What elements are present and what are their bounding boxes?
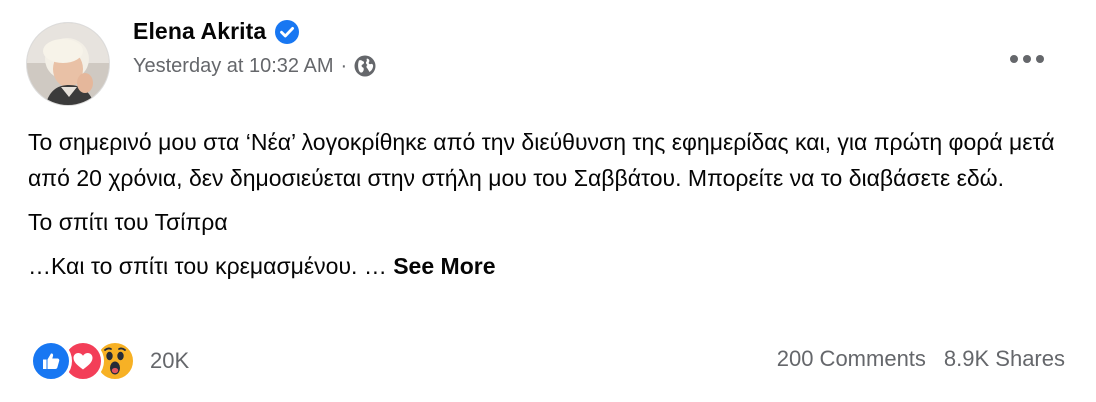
more-dot-icon bbox=[1023, 55, 1031, 63]
avatar-photo bbox=[27, 23, 109, 105]
see-more-link[interactable]: See More bbox=[393, 253, 495, 279]
truncated-text: …Και το σπίτι του κρεμασμένου. … bbox=[28, 253, 387, 279]
post-paragraph-truncated: …Και το σπίτι του κρεμασμένου. … See Mor… bbox=[28, 248, 1068, 284]
post-paragraph: Το σημερινό μου στα ‘Νέα’ λογοκρίθηκε απ… bbox=[28, 129, 1055, 191]
author-row: Elena Akrita bbox=[133, 18, 300, 45]
stats-gap bbox=[926, 346, 944, 372]
like-icon bbox=[30, 340, 72, 382]
post-body: Το σημερινό μου στα ‘Νέα’ λογοκρίθηκε απ… bbox=[28, 124, 1068, 292]
verified-badge-icon bbox=[274, 19, 300, 45]
more-options-button[interactable] bbox=[1007, 44, 1047, 74]
shares-count-link[interactable]: 8.9K Shares bbox=[944, 346, 1065, 372]
meta-separator: · bbox=[340, 54, 348, 77]
reactions-summary[interactable]: 20K bbox=[30, 340, 189, 382]
more-dot-icon bbox=[1010, 55, 1018, 63]
post-paragraph: Το σπίτι του Τσίπρα bbox=[28, 209, 228, 235]
post-meta: Yesterday at 10:32 AM · bbox=[133, 54, 377, 78]
more-dot-icon bbox=[1036, 55, 1044, 63]
timestamp[interactable]: Yesterday at 10:32 AM bbox=[133, 55, 334, 78]
avatar[interactable] bbox=[26, 22, 110, 106]
author-name[interactable]: Elena Akrita bbox=[133, 18, 266, 45]
engagement-stats: 200 Comments 8.9K Shares bbox=[777, 346, 1065, 372]
globe-icon[interactable] bbox=[353, 54, 377, 78]
reaction-count[interactable]: 20K bbox=[150, 348, 189, 374]
facebook-post: Elena Akrita Yesterday at 10:32 AM · Το … bbox=[0, 0, 1096, 402]
comments-count-link[interactable]: 200 Comments bbox=[777, 346, 926, 372]
